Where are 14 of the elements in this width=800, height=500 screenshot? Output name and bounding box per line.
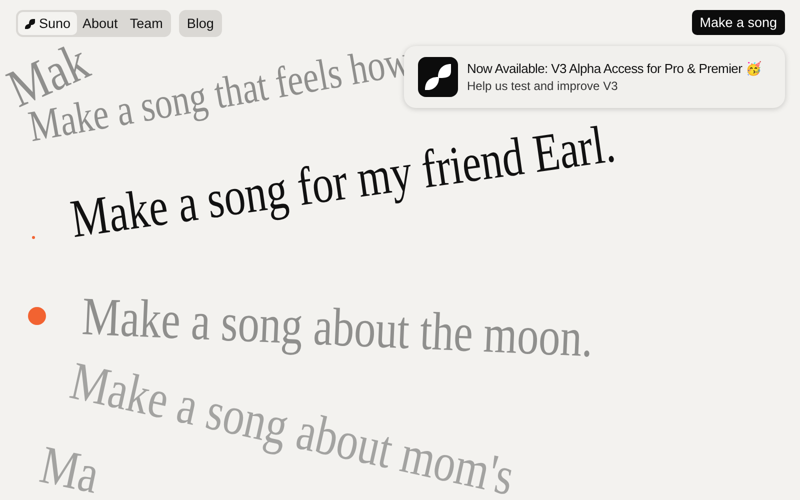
announcement-title: Now Available: V3 Alpha Access for Pro & Premier 🥳: [467, 61, 762, 76]
blog-link[interactable]: Blog: [180, 12, 220, 35]
logo-icon: [24, 18, 36, 30]
logo-icon: [418, 57, 458, 97]
nav-link[interactable]: About: [76, 12, 124, 35]
make-song-button[interactable]: Make a song: [692, 10, 785, 35]
nav-link[interactable]: Suno: [18, 12, 77, 35]
indicator-dot: [32, 236, 35, 239]
prompt-text: Ma: [36, 437, 104, 500]
announcement-subtitle: Help us test and improve V3: [467, 79, 619, 93]
nav-link[interactable]: Team: [124, 12, 169, 35]
prompt-text: Make a song about the moon.: [81, 289, 594, 366]
announcement-card[interactable]: Now Available: V3 Alpha Access for Pro & Premier 🥳 Help us test and improve V3: [404, 46, 785, 108]
indicator-dot: [28, 307, 46, 325]
